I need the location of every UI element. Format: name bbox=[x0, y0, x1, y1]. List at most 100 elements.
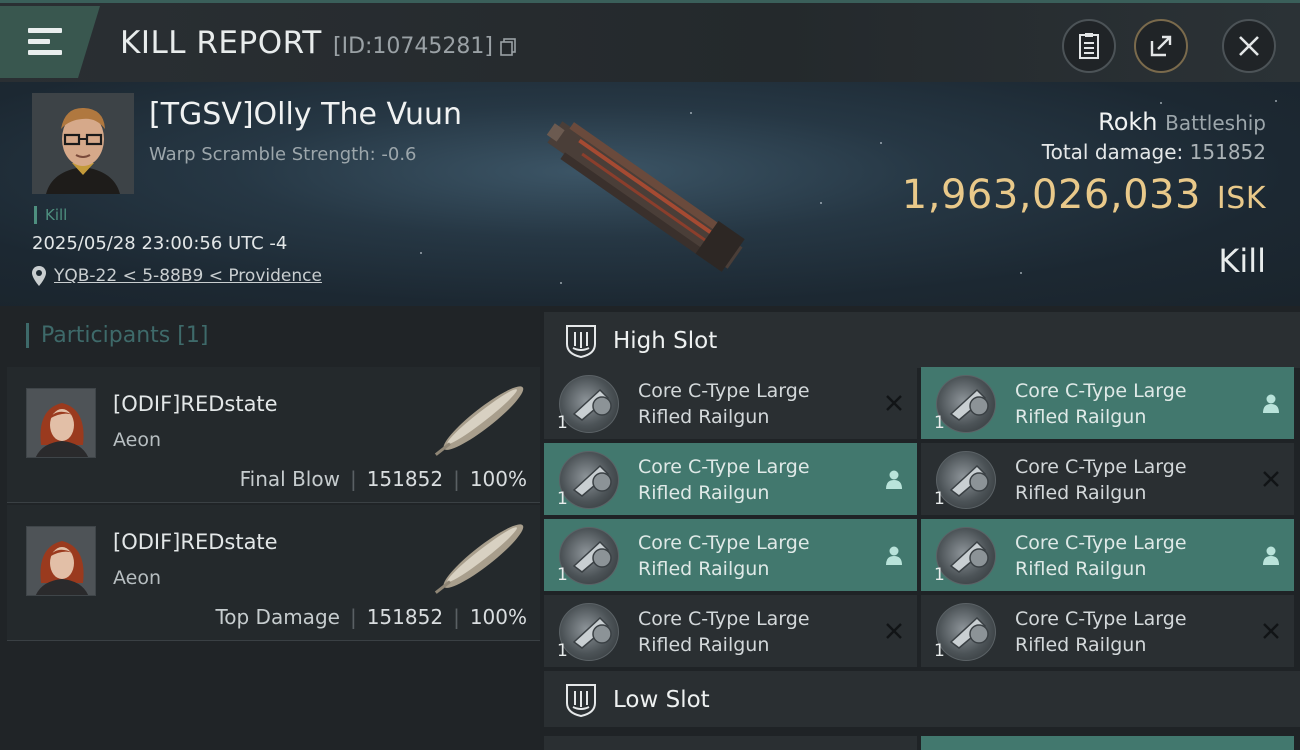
high-slot-item[interactable]: 1 Core C-Type Large Rifled Railgun bbox=[544, 367, 917, 439]
module-quantity: 1 bbox=[934, 489, 945, 509]
warp-scramble-strength: Warp Scramble Strength: -0.6 bbox=[149, 144, 417, 165]
low-slot-item-partial[interactable] bbox=[544, 736, 917, 750]
destroyed-x-icon bbox=[884, 621, 904, 641]
module-name: Core C-Type Large Rifled Railgun bbox=[638, 456, 810, 504]
menu-button[interactable] bbox=[0, 6, 100, 78]
isk-value: 1,963,026,033 ISK bbox=[902, 172, 1266, 218]
high-slot-item[interactable]: 1 Core C-Type Large Rifled Railgun bbox=[921, 519, 1294, 591]
module-name: Core C-Type Large Rifled Railgun bbox=[638, 608, 810, 656]
low-slot-item-partial[interactable] bbox=[921, 736, 1294, 750]
railgun-module-icon bbox=[559, 527, 619, 585]
location-pin-icon bbox=[32, 266, 46, 286]
participant-role: Final Blow bbox=[239, 467, 340, 491]
module-quantity: 1 bbox=[557, 489, 568, 509]
railgun-module-icon bbox=[559, 375, 619, 433]
railgun-module-icon bbox=[936, 603, 996, 661]
participant-percent: 100% bbox=[469, 605, 527, 629]
module-quantity: 1 bbox=[934, 413, 945, 433]
kill-datetime: 2025/05/28 23:00:56 UTC -4 bbox=[32, 233, 288, 254]
destroyed-x-icon bbox=[1261, 621, 1281, 641]
module-quantity: 1 bbox=[557, 413, 568, 433]
participants-label: Participants bbox=[41, 323, 171, 348]
high-slot-label: High Slot bbox=[613, 328, 718, 354]
low-slot-icon bbox=[566, 684, 596, 717]
module-quantity: 1 bbox=[557, 565, 568, 585]
avatar[interactable] bbox=[26, 388, 96, 458]
participant-row[interactable]: [ODIF]REDstate Aeon Final Blow | 151852 … bbox=[7, 367, 540, 503]
module-name: Core C-Type Large Rifled Railgun bbox=[1015, 380, 1187, 428]
top-bar: KILL REPORT [ID:10745281] bbox=[0, 0, 1300, 82]
railgun-module-icon bbox=[936, 451, 996, 509]
high-slot-item[interactable]: 1 Core C-Type Large Rifled Railgun bbox=[544, 519, 917, 591]
avatar[interactable] bbox=[26, 526, 96, 596]
isk-unit: ISK bbox=[1216, 181, 1266, 216]
total-damage: Total damage: 151852 bbox=[1042, 140, 1266, 164]
dropped-person-icon bbox=[884, 545, 904, 565]
dropped-person-icon bbox=[1261, 545, 1281, 565]
report-result: Kill bbox=[1218, 242, 1266, 280]
high-slot-item[interactable]: 1 Core C-Type Large Rifled Railgun bbox=[921, 595, 1294, 667]
high-slot-item[interactable]: 1 Core C-Type Large Rifled Railgun bbox=[544, 443, 917, 515]
high-slot-item[interactable]: 1 Core C-Type Large Rifled Railgun bbox=[921, 443, 1294, 515]
divider: | bbox=[453, 467, 460, 491]
destroyed-x-icon bbox=[1261, 469, 1281, 489]
victim-name[interactable]: [TGSV]Olly The Vuun bbox=[149, 97, 462, 132]
kill-location[interactable]: YQB-22 < 5-88B9 < Providence bbox=[32, 266, 322, 286]
clipboard-icon bbox=[1079, 33, 1099, 59]
share-icon bbox=[1150, 35, 1172, 57]
module-name: Core C-Type Large Rifled Railgun bbox=[1015, 608, 1187, 656]
module-quantity: 1 bbox=[934, 565, 945, 585]
destroyed-x-icon bbox=[884, 393, 904, 413]
participant-damage: 151852 bbox=[366, 467, 444, 491]
participant-row[interactable]: [ODIF]REDstate Aeon Top Damage | 151852 … bbox=[7, 505, 540, 641]
dropped-person-icon bbox=[884, 469, 904, 489]
participant-percent: 100% bbox=[469, 467, 527, 491]
module-name: Core C-Type Large Rifled Railgun bbox=[1015, 532, 1187, 580]
ship-image bbox=[546, 121, 745, 272]
ship-type: Rokh bbox=[1098, 108, 1158, 136]
close-button[interactable] bbox=[1222, 19, 1276, 73]
participant-stats: Final Blow | 151852 | 100% bbox=[240, 467, 527, 491]
divider: | bbox=[453, 605, 460, 629]
copy-icon[interactable] bbox=[500, 38, 516, 56]
share-button[interactable] bbox=[1134, 19, 1188, 73]
ship-name[interactable]: Rokh Battleship bbox=[1098, 108, 1266, 136]
module-quantity: 1 bbox=[934, 641, 945, 661]
victim-summary: [TGSV]Olly The Vuun Warp Scramble Streng… bbox=[0, 82, 1300, 306]
railgun-module-icon bbox=[936, 375, 996, 433]
high-slot-header[interactable]: High Slot bbox=[544, 312, 1300, 368]
high-slot-item[interactable]: 1 Core C-Type Large Rifled Railgun bbox=[544, 595, 917, 667]
pilot-portrait-image bbox=[32, 93, 134, 194]
railgun-module-icon bbox=[559, 603, 619, 661]
participants-header: Participants [1] bbox=[26, 323, 208, 348]
participant-portrait-image bbox=[27, 527, 95, 595]
close-icon bbox=[1239, 36, 1259, 56]
participants-panel: Participants [1] [ODIF]REDstate Aeon Fin… bbox=[0, 306, 540, 750]
module-quantity: 1 bbox=[557, 641, 568, 661]
divider: | bbox=[349, 605, 357, 629]
location-link[interactable]: YQB-22 < 5-88B9 < Providence bbox=[54, 266, 322, 286]
participant-ship-image bbox=[434, 386, 524, 456]
high-slot-icon bbox=[566, 325, 596, 358]
total-damage-label: Total damage: bbox=[1041, 140, 1184, 164]
participant-stats: Top Damage | 151852 | 100% bbox=[215, 605, 527, 629]
railgun-module-icon bbox=[936, 527, 996, 585]
participant-damage: 151852 bbox=[366, 605, 444, 629]
ship-class: Battleship bbox=[1165, 111, 1266, 135]
low-slot-header[interactable]: Low Slot bbox=[544, 671, 1300, 727]
participant-name[interactable]: [ODIF]REDstate bbox=[113, 530, 278, 554]
railgun-module-icon bbox=[559, 451, 619, 509]
module-name: Core C-Type Large Rifled Railgun bbox=[638, 380, 810, 428]
clipboard-button[interactable] bbox=[1062, 19, 1116, 73]
participants-count: [1] bbox=[177, 323, 209, 348]
isk-amount: 1,963,026,033 bbox=[901, 172, 1201, 218]
participant-ship: Aeon bbox=[113, 567, 162, 589]
total-damage-value: 151852 bbox=[1189, 140, 1266, 164]
victim-portrait[interactable] bbox=[32, 93, 134, 194]
participant-portrait-image bbox=[27, 389, 95, 457]
participant-name[interactable]: [ODIF]REDstate bbox=[113, 392, 278, 416]
high-slot-item[interactable]: 1 Core C-Type Large Rifled Railgun bbox=[921, 367, 1294, 439]
module-name: Core C-Type Large Rifled Railgun bbox=[638, 532, 810, 580]
participant-ship-image bbox=[434, 524, 524, 594]
dropped-person-icon bbox=[1261, 393, 1281, 413]
